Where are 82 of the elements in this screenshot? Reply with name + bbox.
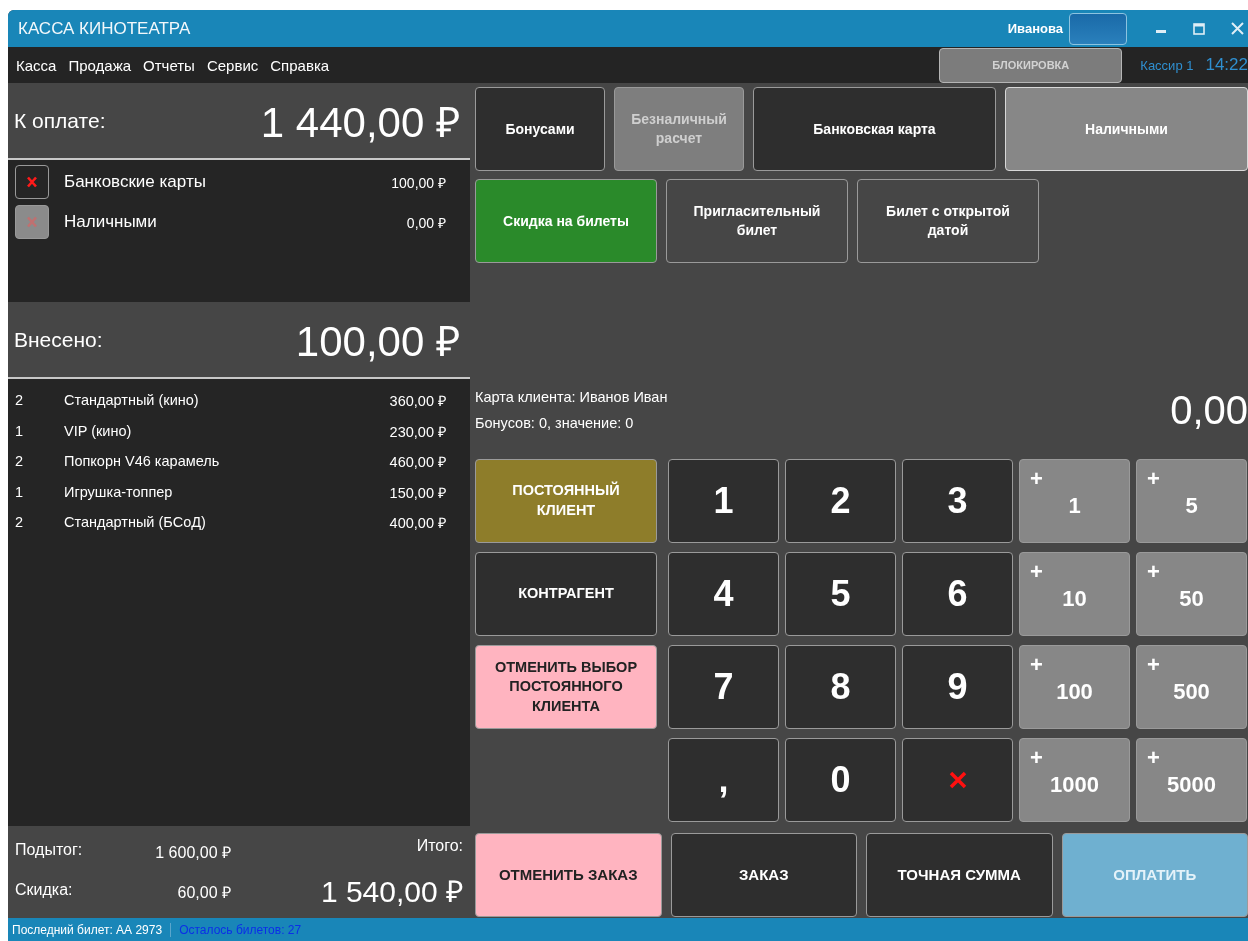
menu-item[interactable]: Справка [270, 56, 330, 74]
payment-name: Банковские карты [64, 172, 207, 192]
keypad-key[interactable]: 8 [785, 645, 896, 729]
window-title: КАССА КИНОТЕАТРА [18, 18, 191, 39]
item-price: 360,00 ₽ [389, 392, 446, 411]
delete-icon [948, 771, 967, 789]
item-price: 230,00 ₽ [389, 422, 446, 441]
item-quantity: 1 [15, 422, 25, 439]
quick-add-key[interactable]: + 5 [1136, 459, 1247, 543]
discount-button[interactable]: Билет с открытой датой [857, 179, 1039, 263]
payment-amount: 0,00 ₽ [406, 213, 446, 232]
discount-value: 60,00 ₽ [176, 883, 231, 903]
item-name: Попкорн V46 карамель [64, 453, 221, 470]
bonus-info: Бонусов: 0, значение: 0 [475, 415, 635, 431]
menu-item[interactable]: Сервис [206, 56, 259, 74]
item-quantity: 2 [15, 514, 25, 531]
item-name: VIP (кино) [64, 422, 133, 439]
user-avatar[interactable] [1069, 12, 1127, 45]
client-action-button[interactable]: ПОСТОЯННЫЙ КЛИЕНТ [475, 459, 657, 543]
keypad-key[interactable]: 7 [668, 645, 779, 729]
item-quantity: 2 [15, 392, 25, 409]
item-price: 400,00 ₽ [389, 514, 446, 533]
paid-value: 100,00 ₽ [295, 317, 460, 367]
order-action-button[interactable]: ОТМЕНИТЬ ЗАКАЗ [475, 833, 662, 917]
user-name: Иванова [1007, 21, 1063, 36]
paid-label: Внесено: [14, 327, 103, 352]
keypad-key[interactable]: 1 [668, 459, 779, 543]
menu-item[interactable]: Продажа [68, 56, 132, 74]
quick-add-key[interactable]: + 5000 [1136, 738, 1247, 822]
delete-key[interactable] [902, 738, 1013, 822]
discount-label: Скидка: [15, 881, 74, 900]
cashier-name: Кассир 1 [1140, 57, 1194, 73]
remove-payment-button[interactable] [15, 165, 49, 199]
quick-add-key[interactable]: + 500 [1136, 645, 1247, 729]
item-price: 460,00 ₽ [389, 453, 446, 472]
payment-method-button[interactable]: Бонусами [475, 87, 605, 171]
client-action-button[interactable]: ОТМЕНИТЬ ВЫБОР ПОСТОЯННОГО КЛИЕНТА [475, 645, 657, 729]
client-card-label: Карта клиента: Иванов Иван [475, 389, 668, 405]
payment-method-button[interactable]: Банковская карта [752, 87, 996, 171]
keypad-key[interactable]: 6 [902, 552, 1013, 636]
keypad-key[interactable]: 2 [785, 459, 896, 543]
total-value: 1 540,00 ₽ [320, 873, 463, 910]
discount-button[interactable]: Скидка на билеты [475, 179, 657, 263]
payment-name: Наличными [64, 212, 158, 232]
keypad-key[interactable]: , [668, 738, 779, 822]
payment-amount: 100,00 ₽ [391, 173, 446, 192]
item-name: Игрушка-топпер [64, 483, 174, 500]
item-quantity: 1 [15, 483, 25, 500]
item-price: 150,00 ₽ [389, 483, 446, 502]
item-name: Стандартный (БСоД) [64, 514, 207, 531]
menu-item[interactable]: Отчеты [143, 56, 195, 74]
order-action-button[interactable]: ЗАКАЗ [670, 833, 857, 917]
amount-label: К оплате: [14, 108, 106, 133]
client-action-button[interactable]: КОНТРАГЕНТ [475, 552, 657, 636]
total-label: Итого: [416, 837, 463, 856]
amount-value: 1 440,00 ₽ [260, 98, 460, 148]
order-action-button[interactable]: ТОЧНАЯ СУММА [866, 833, 1053, 917]
quick-add-key[interactable]: + 10 [1019, 552, 1130, 636]
item-name: Стандартный (кино) [64, 392, 200, 409]
keypad-key[interactable]: 9 [902, 645, 1013, 729]
keypad-key[interactable]: 4 [668, 552, 779, 636]
tickets-left: Осталось билетов: 27 [178, 922, 302, 937]
keypad-key[interactable]: 0 [785, 738, 896, 822]
remove-icon [26, 176, 38, 188]
last-ticket: Последний билет: АА 2973 [12, 922, 172, 937]
maximize-icon[interactable] [1193, 22, 1205, 35]
keypad-key[interactable]: 5 [785, 552, 896, 636]
quick-add-key[interactable]: + 1000 [1019, 738, 1130, 822]
clock-time: 14:22 [1205, 55, 1248, 75]
entered-amount: 0,00 [1170, 388, 1248, 433]
item-quantity: 2 [15, 453, 25, 470]
quick-add-key[interactable]: + 1 [1019, 459, 1130, 543]
close-icon[interactable] [1231, 22, 1244, 35]
quick-add-key[interactable]: + 50 [1136, 552, 1247, 636]
quick-add-key[interactable]: + 100 [1019, 645, 1130, 729]
remove-icon [26, 216, 38, 228]
payment-method-button[interactable]: Наличными [1005, 87, 1248, 171]
subtotal-value: 1 600,00 ₽ [154, 843, 231, 863]
subtotal-label: Подытог: [15, 841, 84, 860]
menu-item[interactable]: Касса [16, 56, 57, 74]
keypad-key[interactable]: 3 [902, 459, 1013, 543]
discount-button[interactable]: Пригласительный билет [666, 179, 848, 263]
